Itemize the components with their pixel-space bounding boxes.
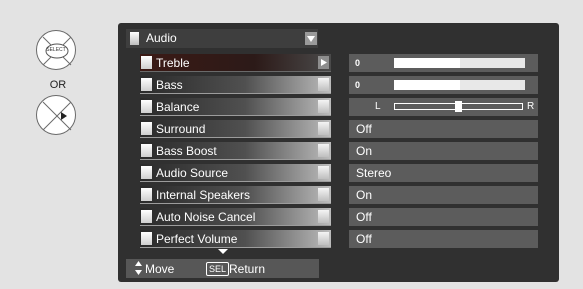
bass-slider[interactable] xyxy=(394,80,525,90)
select-button-icon: SELECT xyxy=(36,30,76,70)
scroll-down-arrow-icon xyxy=(218,249,228,254)
menu-item-label: Auto Noise Cancel xyxy=(156,210,256,224)
item-end-icon xyxy=(318,100,329,113)
internal-speakers-value[interactable]: On xyxy=(349,186,538,204)
bass-slider-fill xyxy=(394,80,460,90)
item-tab-icon xyxy=(141,166,152,179)
item-tab-icon xyxy=(141,78,152,91)
audio-source-value[interactable]: Stereo xyxy=(349,164,538,182)
item-end-icon xyxy=(318,232,329,245)
header-down-arrow-icon xyxy=(305,32,317,45)
surround-value-text: Off xyxy=(356,122,372,136)
footer-move-label: Move xyxy=(145,262,175,276)
menu-item-label: Surround xyxy=(156,122,206,136)
footer-hint-bar: Move SEL Return xyxy=(126,259,319,278)
menu-item-internal-speakers[interactable]: Internal Speakers xyxy=(140,186,331,204)
item-tab-icon xyxy=(141,56,152,69)
auto-noise-cancel-value-text: Off xyxy=(356,210,372,224)
right-arrow-icon xyxy=(318,56,329,69)
bass-number: 0 xyxy=(355,80,361,90)
dpad-right-icon xyxy=(36,95,76,135)
menu-item-label: Balance xyxy=(156,100,200,114)
balance-value[interactable]: L R xyxy=(349,98,538,116)
bass-value[interactable]: 0 xyxy=(349,76,538,94)
internal-speakers-value-text: On xyxy=(356,188,373,202)
menu-item-perfect-volume[interactable]: Perfect Volume xyxy=(140,230,331,248)
sel-key-icon: SEL xyxy=(206,262,230,276)
menu-item-treble[interactable]: Treble xyxy=(140,54,331,72)
menu-item-bass[interactable]: Bass xyxy=(140,76,331,94)
footer-return-label: Return xyxy=(229,262,266,276)
menu-item-label: Treble xyxy=(156,56,190,70)
balance-right-label: R xyxy=(527,101,535,112)
menu-item-balance[interactable]: Balance xyxy=(140,98,331,116)
menu-item-label: Bass xyxy=(156,78,183,92)
treble-value[interactable]: 0 xyxy=(349,54,538,72)
item-tab-icon xyxy=(141,188,152,201)
perfect-volume-value-text: Off xyxy=(356,232,372,246)
audio-source-value-text: Stereo xyxy=(356,166,392,180)
menu-item-bass-boost[interactable]: Bass Boost xyxy=(140,142,331,160)
menu-item-audio-source[interactable]: Audio Source xyxy=(140,164,331,182)
select-label: SELECT xyxy=(46,47,66,53)
item-tab-icon xyxy=(141,232,152,245)
balance-slider[interactable] xyxy=(394,101,523,112)
menu-item-auto-noise-cancel[interactable]: Auto Noise Cancel xyxy=(140,208,331,226)
bass-boost-value-text: On xyxy=(356,144,373,158)
menu-item-label: Perfect Volume xyxy=(156,232,238,246)
balance-knob[interactable] xyxy=(455,101,462,112)
treble-slider-fill xyxy=(394,58,460,68)
or-label: OR xyxy=(49,79,67,91)
menu-item-label: Bass Boost xyxy=(156,144,217,158)
menu-item-label: Audio Source xyxy=(156,166,229,180)
menu-item-label: Internal Speakers xyxy=(156,188,251,202)
item-end-icon xyxy=(318,166,329,179)
item-end-icon xyxy=(318,78,329,91)
bass-boost-value[interactable]: On xyxy=(349,142,538,160)
menu-item-surround[interactable]: Surround xyxy=(140,120,331,138)
item-end-icon xyxy=(318,210,329,223)
screen: SELECT OR Audio Treble Bass Balance Surr… xyxy=(0,0,583,289)
item-end-icon xyxy=(318,144,329,157)
perfect-volume-value[interactable]: Off xyxy=(349,230,538,248)
item-tab-icon xyxy=(141,122,152,135)
item-end-icon xyxy=(318,122,329,135)
header-tab-icon xyxy=(130,32,139,45)
menu-title: Audio xyxy=(146,31,177,45)
item-tab-icon xyxy=(141,210,152,223)
item-tab-icon xyxy=(141,100,152,113)
treble-number: 0 xyxy=(355,58,361,68)
treble-slider[interactable] xyxy=(394,58,525,68)
item-tab-icon xyxy=(141,144,152,157)
auto-noise-cancel-value[interactable]: Off xyxy=(349,208,538,226)
item-end-icon xyxy=(318,188,329,201)
up-down-arrow-icon xyxy=(135,261,142,275)
balance-left-label: L xyxy=(375,101,381,112)
surround-value[interactable]: Off xyxy=(349,120,538,138)
